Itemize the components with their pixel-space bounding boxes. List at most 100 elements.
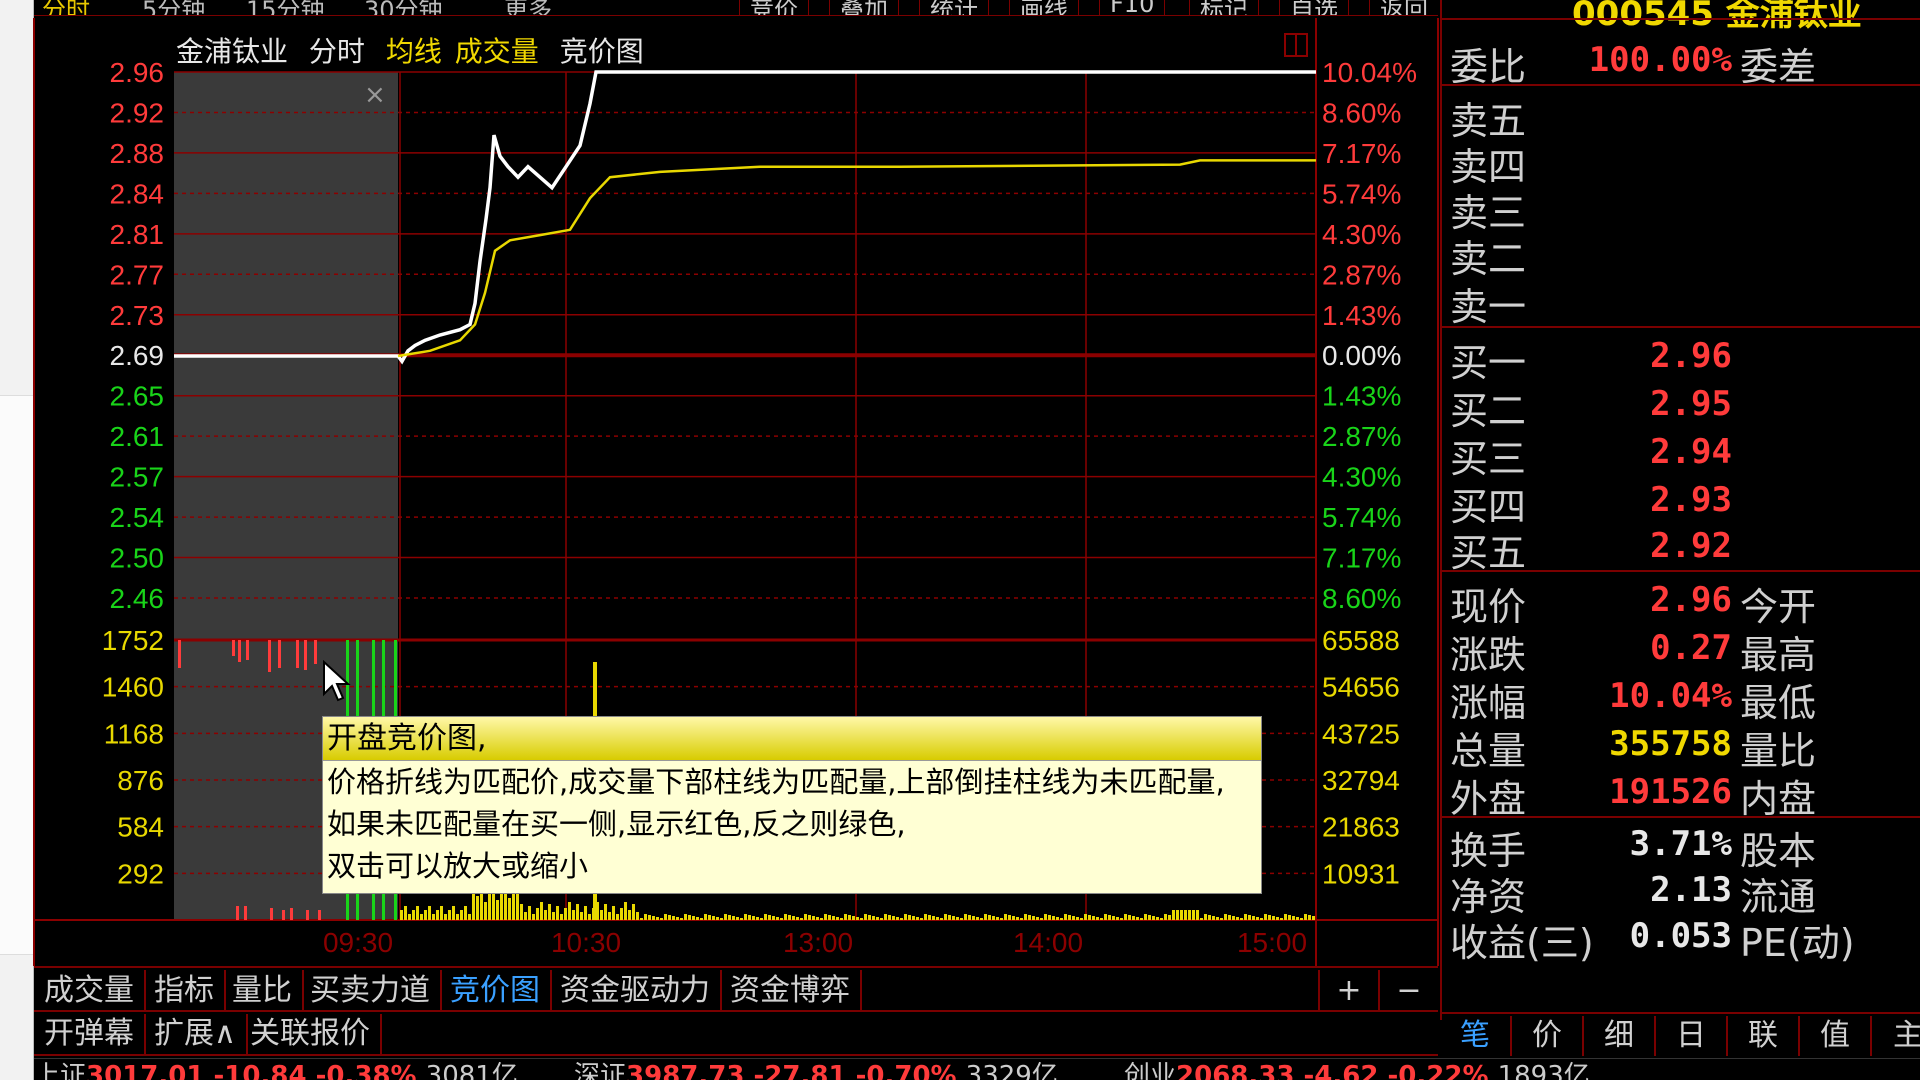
trading-volume-bar (648, 915, 651, 920)
trading-volume-bar (1020, 918, 1023, 920)
trading-volume-bar (692, 916, 695, 920)
trading-volume-bar (1068, 915, 1071, 920)
trading-volume-bar (672, 916, 675, 920)
trading-volume-bar (1100, 918, 1103, 920)
trading-volume-bar (1252, 916, 1255, 920)
ticker-cy[interactable]: 创业2068.33 -4.62 -0.22% 1893亿 (1124, 1059, 1590, 1080)
price-tick-label: 2.73 (110, 300, 165, 331)
trading-volume-bar (980, 918, 983, 920)
buy-5-price[interactable]: 2.92 (1442, 526, 1732, 566)
trading-volume-bar (1296, 917, 1299, 920)
buy-1-price[interactable]: 2.96 (1442, 336, 1732, 376)
matched-volume-bar (290, 908, 293, 920)
trading-volume-bar (1184, 910, 1187, 920)
trading-volume-bar (404, 906, 407, 920)
stat-label2: 最低 (1740, 681, 1817, 725)
unmatched-volume-bar (238, 640, 241, 662)
unmatched-volume-bar (232, 640, 235, 656)
danmaku-button[interactable]: 开弹幕 (34, 1014, 146, 1054)
stat-label2: 最高 (1740, 633, 1817, 677)
trading-volume-bar (756, 917, 759, 920)
related-quote-button[interactable]: 关联报价 (240, 1014, 382, 1054)
trading-volume-bar (1024, 914, 1027, 920)
price-tick-label: 2.92 (110, 97, 165, 128)
trading-volume-bar (916, 917, 919, 920)
trading-volume-bar (1228, 915, 1231, 920)
trading-volume-bar (1008, 915, 1011, 920)
trading-volume-bar (800, 918, 803, 920)
tab-volume-ratio[interactable]: 量比 (222, 970, 304, 1012)
ticker-sz[interactable]: 深证3987.73 -27.81 -0.70% 3329亿 (574, 1059, 1058, 1080)
buy-3-price[interactable]: 2.94 (1442, 432, 1732, 472)
matched-volume-bar (306, 910, 309, 920)
trading-volume-bar (652, 916, 655, 920)
price-tick-label: 2.61 (110, 421, 165, 452)
trading-volume-bar (956, 917, 959, 920)
trading-volume-bar (948, 915, 951, 920)
tab-value[interactable]: 值 (1800, 1016, 1872, 1056)
tab-auction[interactable]: 竞价图 (440, 970, 552, 1012)
trading-volume-bar (1256, 917, 1259, 920)
trading-volume-bar (420, 914, 423, 920)
trading-volume-bar (1004, 914, 1007, 920)
buy-4-price[interactable]: 2.93 (1442, 480, 1732, 520)
unmatched-volume-bar (394, 640, 397, 720)
zoom-out-button[interactable]: − (1378, 970, 1438, 1012)
trading-volume-bar (736, 917, 739, 920)
tab-volume[interactable]: 成交量 (34, 970, 146, 1012)
trading-volume-bar (1196, 910, 1199, 920)
tab-fund-game[interactable]: 资金博弈 (720, 970, 862, 1012)
chart-title: 金浦钛业 分时 均线 成交量 竞价图 (176, 30, 656, 70)
tab-main[interactable]: 主 (1872, 1016, 1920, 1056)
tab-buy-sell-force[interactable]: 买卖力道 (300, 970, 442, 1012)
unmatched-volume-bar (278, 640, 281, 668)
trading-volume-bar (1208, 915, 1211, 920)
quote-panel: 000545 金浦钛业 委比 100.00% 委差 卖五 卖四 卖三 卖二 卖一… (1440, 0, 1920, 1020)
trading-volume-bar (1216, 917, 1219, 920)
ticker-sh[interactable]: 上证3017.01 -10.84 -0.38% 3081亿 (34, 1059, 518, 1080)
trading-volume-bar (944, 914, 947, 920)
trading-volume-bar (848, 915, 851, 920)
trading-volume-bar (1016, 917, 1019, 920)
trading-volume-bar (524, 912, 527, 920)
trading-volume-bar (1104, 914, 1107, 920)
trading-volume-bar (444, 914, 447, 920)
price-tick-label: 2.57 (110, 462, 165, 493)
net-asset-value: 2.13 (1650, 870, 1732, 910)
tab-detail[interactable]: 细 (1584, 1016, 1656, 1056)
pct-tick-label: 0.00% (1322, 340, 1401, 371)
tooltip-line: 双击可以放大或缩小 (327, 849, 589, 883)
tab-daily[interactable]: 日 (1656, 1016, 1728, 1056)
trading-volume-bar (1220, 918, 1223, 920)
expand-button[interactable]: 扩展∧ (144, 1014, 248, 1054)
zoom-in-button[interactable]: + (1318, 970, 1378, 1012)
trading-volume-bar (1312, 916, 1315, 920)
trading-volume-bar (656, 917, 659, 920)
trading-volume-bar (1052, 916, 1055, 920)
auction-label: 竞价图 (559, 35, 644, 68)
trading-volume-bar (1152, 916, 1155, 920)
tab-ticks[interactable]: 笔 (1440, 1016, 1512, 1056)
trading-volume-bar (632, 904, 635, 920)
trading-volume-bar (536, 908, 539, 920)
tab-price[interactable]: 价 (1512, 1016, 1584, 1056)
trading-volume-bar (748, 915, 751, 920)
tooltip: 开盘竞价图, 价格折线为匹配价,成交量下部柱线为匹配量,上部倒挂柱线为未匹配量,… (322, 716, 1262, 894)
matched-volume-bar (270, 908, 273, 920)
price-tick-label: 2.46 (110, 583, 165, 614)
price-axis-left: 2.96 2.92 2.88 2.84 2.81 2.77 2.73 2.69 2.65 2.61… (102, 57, 164, 889)
close-auction-icon[interactable]: × (364, 80, 386, 110)
tab-indicator[interactable]: 指标 (144, 970, 226, 1012)
trading-volume-bar (580, 912, 583, 920)
buy-2-price[interactable]: 2.95 (1442, 384, 1732, 424)
tab-fund-drive[interactable]: 资金驱动力 (550, 970, 722, 1012)
trading-volume-bar (568, 902, 571, 920)
trading-volume-bar (936, 917, 939, 920)
tab-linked[interactable]: 联 (1728, 1016, 1800, 1056)
trading-volume-bar (1040, 918, 1043, 920)
trading-volume-bar (572, 910, 575, 920)
trading-volume-bar (408, 914, 411, 920)
trading-volume-bar (740, 918, 743, 920)
trading-volume-bar (488, 894, 491, 920)
price-tick-label: 2.81 (110, 219, 165, 250)
